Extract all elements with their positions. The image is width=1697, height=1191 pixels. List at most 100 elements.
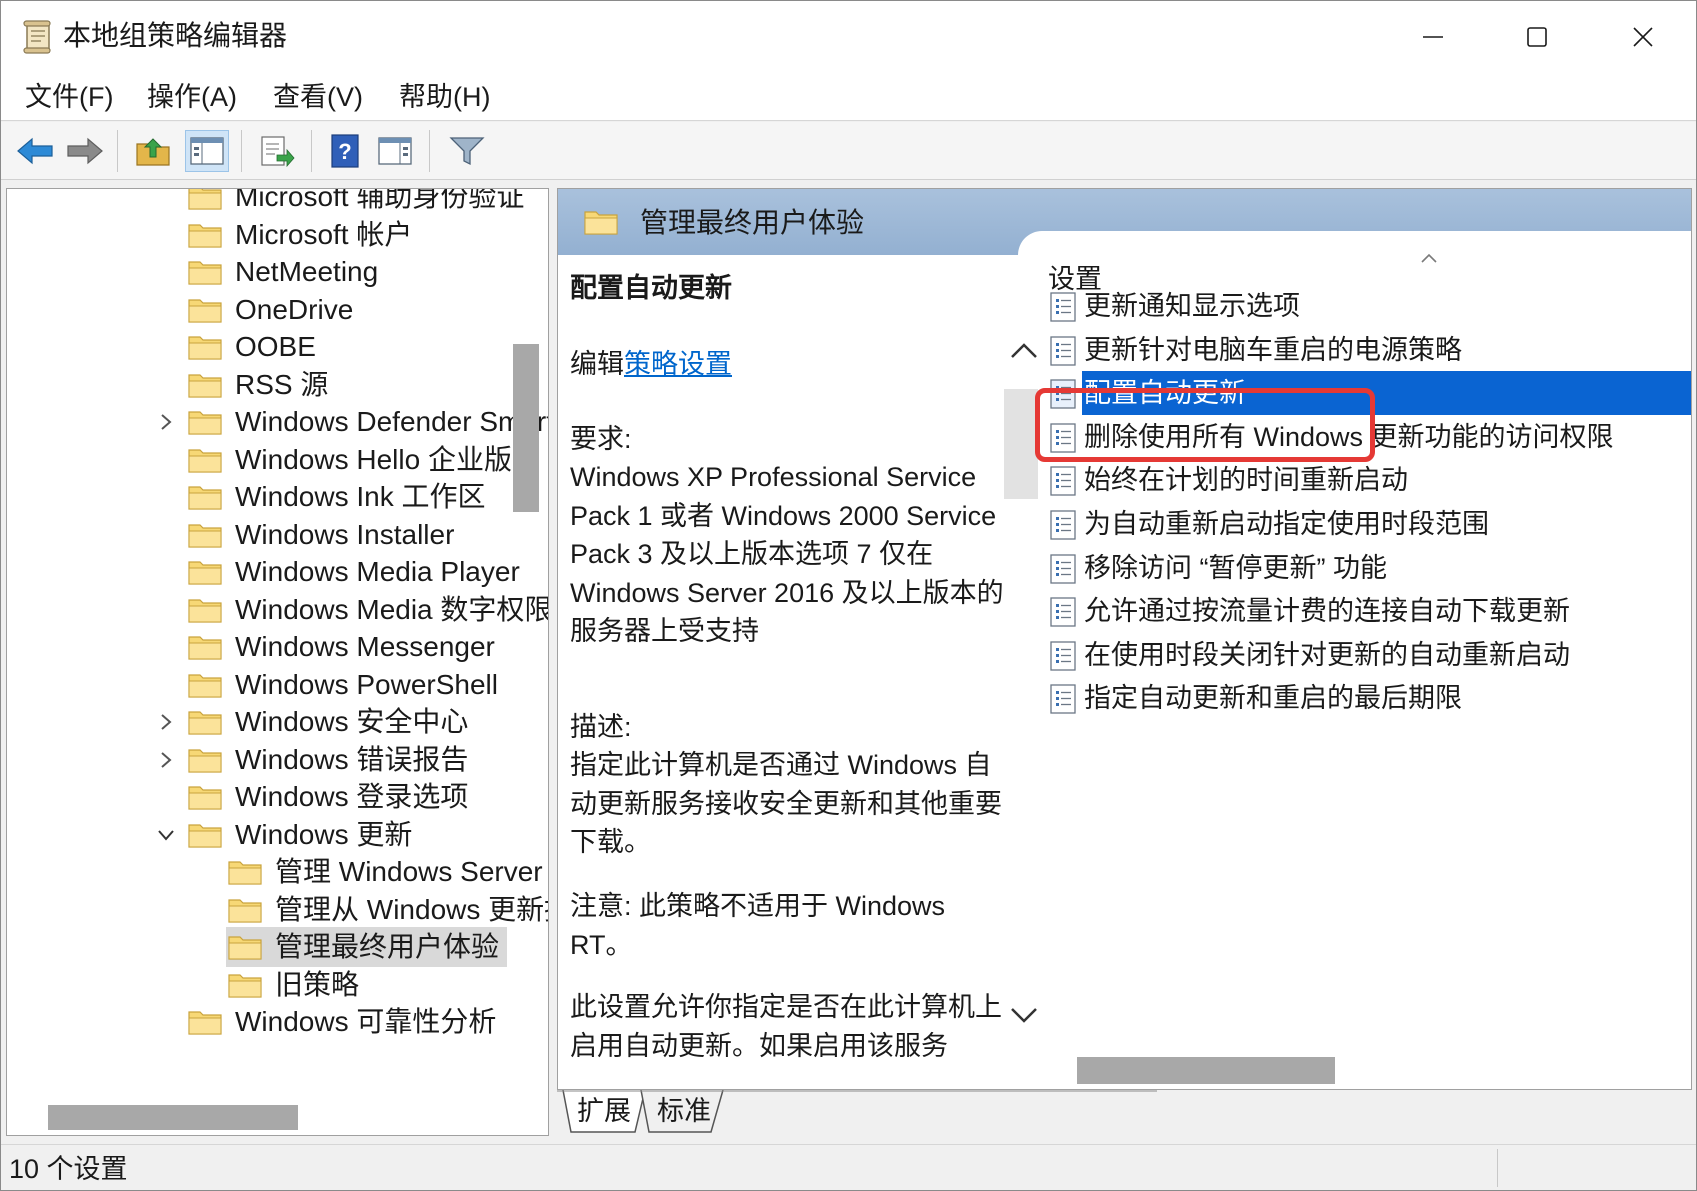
status-bar: 10 个设置 (1, 1144, 1696, 1190)
tree-item[interactable]: 管理 Windows Server Update Service 提供的更新 (7, 852, 548, 892)
tree-item-label: Microsoft 辅助身份验证 (235, 188, 525, 212)
minimize-button[interactable] (1381, 1, 1485, 73)
description-scrollbar-thumb[interactable] (1004, 389, 1038, 499)
setting-label: 移除访问 “暂停更新” 功能 (1084, 552, 1387, 583)
filter-button[interactable] (445, 130, 489, 172)
policy-setting-icon (1048, 509, 1078, 541)
edit-policy-line: 编辑策略设置 (570, 345, 732, 384)
export-list-button[interactable] (255, 130, 299, 172)
folder-icon (228, 972, 262, 998)
tree-horizontal-scrollbar-thumb[interactable] (48, 1105, 298, 1130)
requirements-text: Windows XP Professional Service Pack 1 或… (570, 462, 1004, 646)
tree-vertical-scrollbar-thumb[interactable] (513, 344, 539, 512)
menu-help[interactable]: 帮助(H) (399, 79, 490, 115)
policy-scroll-icon (21, 19, 55, 55)
export-list-icon (261, 136, 295, 167)
tree-item-label: NetMeeting (235, 256, 379, 287)
tree-item[interactable]: OOBE (7, 327, 512, 367)
folder-icon (228, 897, 262, 923)
tree-item[interactable]: Windows 错误报告 (7, 740, 512, 780)
tree-item[interactable]: Windows 更新 (7, 815, 512, 855)
svg-text:?: ? (338, 139, 351, 164)
tree-item[interactable]: OneDrive (7, 290, 512, 330)
tree-item[interactable]: Windows 安全中心 (7, 702, 512, 742)
tab-extended[interactable]: 扩展 (577, 1092, 631, 1130)
folder-icon (188, 634, 222, 660)
tree-item[interactable]: Windows Media 数字权限管理 (7, 590, 548, 630)
requirements-label: 要求: (570, 424, 632, 454)
annotation-highlight-box (1035, 388, 1375, 462)
setting-row[interactable]: 始终在计划的时间重新启动 (1048, 458, 1691, 502)
setting-row[interactable]: 指定自动更新和重启的最后期限 (1048, 676, 1691, 720)
filter-funnel-icon (449, 137, 485, 166)
maximize-icon (1527, 27, 1547, 47)
console-tree[interactable]: Microsoft 辅助身份验证 Microsoft 帐户 NetMeeting On… (6, 188, 549, 1136)
chevron-down-icon[interactable] (154, 823, 178, 847)
setting-row[interactable]: 更新针对电脑车重启的电源策略 (1048, 328, 1691, 372)
show-action-pane-button[interactable] (373, 130, 417, 172)
menu-action[interactable]: 操作(A) (147, 79, 237, 115)
tree-item[interactable]: Windows PowerShell (7, 665, 512, 705)
tree-item[interactable]: Windows 登录选项 (7, 777, 512, 817)
minimize-icon (1423, 36, 1443, 38)
tree-item-label: Windows 可靠性分析 (235, 1006, 497, 1037)
tree-item-label: Microsoft 帐户 (235, 218, 413, 250)
tree-item[interactable]: RSS 源 (7, 365, 512, 405)
tree-item-label: OOBE (235, 331, 316, 362)
setting-row[interactable]: 更新通知显示选项 (1048, 284, 1691, 328)
tree-item-label: Windows 错误报告 (235, 743, 469, 775)
setting-row[interactable]: 在使用时段关闭针对更新的自动重新启动 (1048, 633, 1691, 677)
up-one-level-button[interactable] (131, 130, 175, 172)
tree-item[interactable]: Windows 可靠性分析 (7, 1002, 512, 1042)
show-hide-tree-button[interactable] (185, 130, 229, 172)
tree-item[interactable]: Windows Installer (7, 515, 512, 555)
setting-row[interactable]: 为自动重新启动指定使用时段范围 (1048, 502, 1691, 546)
tree-item-label: Windows Hello 企业版 (235, 443, 512, 475)
tree-item[interactable]: 管理最终用户体验 (7, 927, 512, 967)
tree-horizontal-scrollbar[interactable] (7, 1094, 548, 1135)
forward-button[interactable] (63, 130, 107, 172)
back-button[interactable] (13, 130, 57, 172)
maximize-button[interactable] (1485, 1, 1589, 73)
setting-row[interactable]: 移除访问 “暂停更新” 功能 (1048, 546, 1691, 590)
tree-item[interactable]: 旧策略 (7, 965, 512, 1005)
close-button[interactable] (1591, 1, 1695, 73)
tree-item[interactable]: Microsoft 帐户 (7, 215, 512, 255)
description-panel: 配置自动更新 编辑策略设置 要求: Windows XP Professiona… (570, 255, 1020, 1089)
tree-item[interactable]: Windows Messenger (7, 627, 512, 667)
help-button[interactable]: ? (323, 130, 367, 172)
tree-item[interactable]: 管理从 Windows 更新提供的更新 (7, 890, 548, 930)
folder-icon (188, 447, 222, 473)
folder-icon (188, 522, 222, 548)
setting-row[interactable]: 允许通过按流量计费的连接自动下载更新 (1048, 589, 1691, 633)
folder-icon (188, 484, 222, 510)
folder-icon (188, 747, 222, 773)
settings-horizontal-scrollbar-thumb[interactable] (1077, 1057, 1335, 1084)
menu-file[interactable]: 文件(F) (25, 79, 113, 115)
folder-icon (188, 784, 222, 810)
menu-view[interactable]: 查看(V) (273, 79, 363, 115)
policy-setting-icon (1048, 335, 1078, 367)
tree-item-label: Windows Media Player (235, 556, 520, 587)
gpedit-window: 本地组策略编辑器 文件(F) 操作(A) 查看(V) 帮助(H) ? Micro… (0, 0, 1697, 1191)
tree-item[interactable]: Windows Media Player (7, 552, 520, 592)
tree-item-label: Windows PowerShell (235, 668, 498, 700)
tree-item[interactable]: Windows Ink 工作区 (7, 477, 512, 517)
more-text: 此设置允许你指定是否在此计算机上启用自动更新。如果启用该服务 (570, 992, 1002, 1061)
window-title: 本地组策略编辑器 (63, 20, 288, 51)
tree-item-label: Windows 安全中心 (235, 706, 469, 737)
tree-item[interactable]: NetMeeting (7, 252, 512, 292)
tree-item[interactable]: Windows Defender SmartScreen (7, 402, 548, 442)
policy-settings-link[interactable]: 策略设置 (624, 349, 732, 379)
tree-item[interactable]: Windows Hello 企业版 (7, 440, 512, 480)
tab-standard[interactable]: 标准 (657, 1092, 711, 1130)
console-tree-icon (190, 137, 224, 165)
setting-label: 为自动重新启动指定使用时段范围 (1084, 509, 1489, 539)
tree-item[interactable]: Microsoft 辅助身份验证 (7, 189, 524, 217)
chevron-right-icon[interactable] (154, 410, 178, 434)
chevron-right-icon[interactable] (154, 748, 178, 772)
folder-icon (188, 189, 222, 210)
folder-icon (228, 859, 262, 885)
chevron-right-icon[interactable] (154, 710, 178, 734)
folder-icon (188, 259, 222, 285)
